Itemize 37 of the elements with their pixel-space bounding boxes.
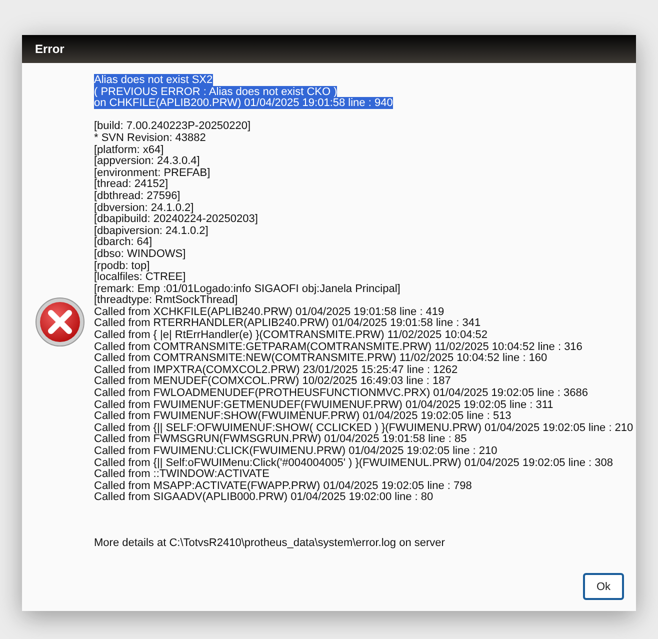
dialog-title: Error <box>35 42 64 56</box>
log-line: Called from COMTRANSMITE:GETPARAM(COMTRANSMITE.PRW) 11/02/2025 10:04:52 line : 316 <box>94 342 584 353</box>
error-icon <box>35 297 85 347</box>
log-line: Called from COMTRANSMITE:NEW(COMTRANSMITE.PRW) 11/02/2025 10:04:52 line : 160 <box>94 353 548 365</box>
log-line: Called from XCHKFILE(APLIB240.PRW) 01/04/2025 19:01:58 line : 419 <box>94 306 446 318</box>
log-line: [dbarch: 64] <box>94 237 152 249</box>
log-line: [threadtype: RmtSockThread] <box>94 295 238 307</box>
log-line: Called from FWLOADMENUDEF(PROTHEUSFUNCTIONMVC.PRX) 01/04/2025 19:02:05 line : 3686 <box>94 388 589 400</box>
log-line: Called from SIGAADV(APLIB000.PRW) 01/04/2025 19:02:00 line : 80 <box>94 492 434 504</box>
log-line: Called from FWUIMENU:CLICK(FWUIMENU.PRW) 01/04/2025 19:02:05 line : 210 <box>94 446 498 458</box>
log-line: Called from MENUDEF(COMXCOL.PRW) 10/02/2025 16:49:03 line : 187 <box>94 376 452 388</box>
log-line: Called from FWUIMENUF:GETMENUDEF(FWUIMENUF.PRW) 01/04/2025 19:02:05 line : 311 <box>94 400 554 411</box>
log-line: Called from MSAPP:ACTIVATE(FWAPP.PRW) 01/04/2025 19:02:05 line : 798 <box>94 480 473 492</box>
log-line: Called from ::TWINDOW:ACTIVATE <box>94 469 270 481</box>
log-line: Called from IMPXTRA(COMXCOL2.PRW) 23/01/2025 15:25:47 line : 1262 <box>94 364 459 376</box>
details-path-text: More details at C:\TotvsR2410\protheus_data\system\error.log on server <box>94 538 446 550</box>
log-line: [dbapiversion: 24.1.0.2] <box>94 226 210 237</box>
ok-button[interactable]: Ok <box>583 573 624 600</box>
log-line: * SVN Revision: 43882 <box>94 132 207 145</box>
log-line: [environment: PREFAB] <box>94 168 212 179</box>
log-line: [remark: Emp :01/01Logado:info SIGAOFI obj:Janela Principal] <box>94 284 402 295</box>
log-line: Called from { |e| RtErrHandler(e) }(COMTRANSMITE.PRW) 11/02/2025 10:04:52 <box>94 330 489 342</box>
log-line: [dbapibuild: 20240224-20250203] <box>94 214 259 226</box>
log-line: [thread: 24152] <box>94 179 168 191</box>
log-line: [platform: x64] <box>94 144 165 156</box>
log-line: [build: 7.00.240223P-20250220] <box>94 121 252 133</box>
log-line: Called from {|| Self:oFWUIMenu:Click('#004004005' ) }(FWUIMENUL.PRW) 01/04/2025 19:02:05 line : 308 <box>94 458 614 469</box>
log-line: Called from FWMSGRUN(FWMSGRUN.PRW) 01/04/2025 19:01:58 line : 85 <box>94 434 467 446</box>
log-line: Called from {|| SELF:OFWUIMENUF:SHOW( CCLICKED ) }(FWUIMENU.PRW) 01/04/2025 19:02:05 line : 210 <box>94 422 634 434</box>
log-line: [dbversion: 24.1.0.2] <box>94 202 195 214</box>
log-line: [localfiles: CTREE] <box>94 272 187 284</box>
log-line: [dbso: WINDOWS] <box>94 248 187 260</box>
log-line: Called from FWUIMENUF:SHOW(FWUIMENUF.PRW) 01/04/2025 19:02:05 line : 513 <box>94 411 512 423</box>
log-line: [rpodb: top] <box>94 260 151 272</box>
log-line: [appversion: 24.3.0.4] <box>94 156 201 168</box>
log-line: [dbthread: 27596] <box>94 190 182 203</box>
log-line: Called from RTERRHANDLER(APLIB240.PRW) 01/04/2025 19:01:58 line : 341 <box>94 318 482 330</box>
